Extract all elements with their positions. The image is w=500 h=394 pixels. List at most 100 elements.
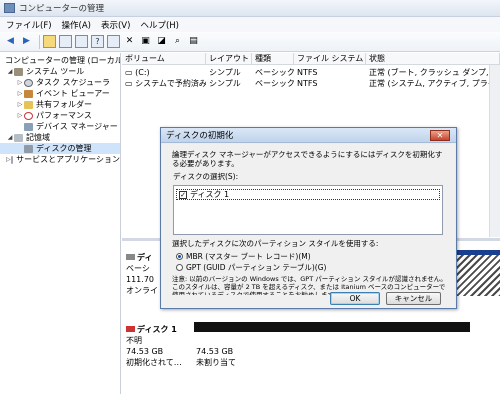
- settings-icon[interactable]: ▤: [187, 35, 200, 48]
- tree-item-label: サービスとアプリケーション: [16, 155, 120, 164]
- volume-list-header: ボリューム レイアウト 種類 ファイル システム 状態: [122, 53, 500, 65]
- vertical-scrollbar[interactable]: [489, 65, 500, 237]
- tree-item-label: タスク スケジューラ: [36, 78, 110, 87]
- tree-item-label: パフォーマンス: [36, 111, 92, 120]
- search-icon[interactable]: ⌕: [171, 35, 184, 48]
- tree-item-services-apps[interactable]: ▷ サービスとアプリケーション: [0, 154, 120, 165]
- disk-icon: [126, 254, 135, 260]
- dialog-body: 論理ディスク マネージャーがアクセスできるようにするにはディスクを初期化する必要…: [162, 144, 455, 308]
- expand-icon[interactable]: ▷: [16, 101, 24, 108]
- volume-layout: シンプル: [209, 68, 241, 77]
- volume-icon: ▭: [125, 79, 136, 88]
- tree-item-disk-management[interactable]: ディスクの管理: [0, 143, 120, 154]
- disk-management-icon: [24, 144, 33, 153]
- toolbar: ◀ ▶ ? ✕ ▣ ◪ ⌕ ▤: [0, 32, 500, 52]
- column-header-status[interactable]: 状態: [366, 53, 500, 64]
- forward-arrow-icon[interactable]: ▶: [20, 35, 33, 48]
- tree-item-event-viewer[interactable]: ▷ イベント ビューアー: [0, 88, 120, 99]
- export-icon[interactable]: ▣: [139, 35, 152, 48]
- services-icon: [10, 155, 14, 164]
- clock-icon: [24, 78, 33, 87]
- console-tree-icon[interactable]: [59, 35, 72, 48]
- collapse-icon[interactable]: ◢: [6, 68, 14, 75]
- tree-item-task-scheduler[interactable]: ▷ タスク スケジューラ: [0, 77, 120, 88]
- collapse-icon[interactable]: ◢: [6, 134, 14, 141]
- shared-folder-icon: [24, 100, 33, 109]
- tree-item-label: 記憶域: [26, 133, 50, 142]
- gpt-radio[interactable]: GPT (GUID パーティション テーブル)(G): [176, 262, 326, 273]
- expand-icon[interactable]: ▷: [16, 79, 24, 86]
- column-header-layout[interactable]: レイアウト: [206, 53, 252, 64]
- console-tree: コンピューターの管理 (ローカル) ◢ システム ツール ▷ タスク スケジュー…: [0, 53, 121, 394]
- unallocated-partition-bar: [194, 322, 470, 332]
- volume-filesystem: NTFS: [297, 68, 318, 77]
- table-row[interactable]: ▭ (C:) シンプル ベーシック NTFS 正常 (ブート, クラッシュ ダン…: [122, 67, 500, 78]
- tree-item-label: イベント ビューアー: [36, 89, 110, 98]
- tree-item-device-manager[interactable]: デバイス マネージャー: [0, 121, 120, 132]
- tree-item-label: コンピューターの管理 (ローカル): [5, 56, 121, 65]
- list-view-icon[interactable]: [75, 35, 88, 48]
- connect-icon[interactable]: ◪: [155, 35, 168, 48]
- mbr-radio[interactable]: MBR (マスター ブート レコード)(M): [176, 251, 311, 262]
- ok-button[interactable]: OK: [330, 292, 380, 305]
- radio-unselected-icon: [176, 264, 183, 271]
- expand-icon[interactable]: ▷: [16, 112, 24, 119]
- gpt-label: GPT (GUID パーティション テーブル)(G): [186, 263, 327, 272]
- event-log-icon: [24, 89, 33, 98]
- disk-item-label: ディスク 1: [190, 190, 230, 199]
- list-item[interactable]: ✓ ディスク 1: [176, 189, 440, 200]
- tree-item-performance[interactable]: ▷ パフォーマンス: [0, 110, 120, 121]
- disk-select-label: ディスクの選択(S):: [173, 172, 239, 181]
- close-icon[interactable]: ✕: [430, 130, 450, 141]
- tree-item-label: ディスクの管理: [36, 144, 92, 153]
- dialog-intro: 論理ディスク マネージャーがアクセスできるようにするにはディスクを初期化する必要…: [172, 150, 443, 168]
- volume-name: ▭ システムで予約済み: [125, 79, 206, 88]
- help-icon[interactable]: ?: [91, 35, 104, 48]
- volume-filesystem: NTFS: [297, 79, 318, 88]
- volume-name: ▭ (C:): [125, 68, 150, 77]
- menu-action[interactable]: 操作(A): [62, 19, 91, 31]
- no-entry-icon: [24, 111, 33, 120]
- table-row[interactable]: ▭ システムで予約済み シンプル ベーシック NTFS 正常 (システム, アク…: [122, 78, 500, 89]
- tree-item-shared-folders[interactable]: ▷ 共有フォルダー: [0, 99, 120, 110]
- menu-file[interactable]: ファイル(F): [6, 19, 52, 31]
- tree-item-computer-management[interactable]: コンピューターの管理 (ローカル): [0, 55, 120, 66]
- disk-select-list[interactable]: ✓ ディスク 1: [173, 185, 443, 235]
- properties-icon[interactable]: [107, 35, 120, 48]
- disk-0-partition-stripes[interactable]: [457, 250, 500, 296]
- radio-selected-icon: [176, 253, 183, 260]
- volume-type: ベーシック: [255, 68, 294, 77]
- volume-status: 正常 (ブート, クラッシュ ダンプ, プライ: [369, 68, 496, 77]
- delete-icon[interactable]: ✕: [123, 35, 136, 48]
- computer-management-icon: [4, 3, 15, 13]
- back-arrow-icon[interactable]: ◀: [4, 35, 17, 48]
- menu-bar: ファイル(F) 操作(A) 表示(V) ヘルプ(H): [0, 17, 500, 32]
- column-header-filesystem[interactable]: ファイル システム: [294, 53, 366, 64]
- tree-item-system-tools[interactable]: ◢ システム ツール: [0, 66, 120, 77]
- disk-1-info[interactable]: ディスク 1 不明 74.53 GB 初期化されて…: [126, 324, 190, 368]
- tree-item-label: 共有フォルダー: [36, 100, 92, 109]
- volume-layout: シンプル: [209, 79, 241, 88]
- unallocated-partition[interactable]: 74.53 GB 未割り当て: [196, 346, 236, 368]
- column-header-type[interactable]: 種類: [252, 53, 294, 64]
- cancel-button[interactable]: キャンセル: [386, 292, 441, 305]
- window-title: コンピューターの管理: [19, 4, 105, 14]
- expand-icon[interactable]: ▷: [16, 90, 24, 97]
- initialize-disk-dialog: ディスクの初期化 ✕ 論理ディスク マネージャーがアクセスできるようにするにはデ…: [160, 127, 457, 309]
- mbr-label: MBR (マスター ブート レコード)(M): [186, 252, 311, 261]
- disk-checkbox[interactable]: ✓: [179, 190, 187, 199]
- tree-item-label: システム ツール: [26, 67, 85, 76]
- up-folder-icon[interactable]: [43, 35, 56, 48]
- volume-icon: ▭: [125, 68, 136, 77]
- expand-icon[interactable]: ▷: [6, 156, 11, 163]
- device-manager-icon: [24, 122, 33, 131]
- toolbar-separator: [39, 34, 40, 49]
- disk-icon: [126, 326, 135, 332]
- storage-icon: [14, 133, 23, 142]
- tools-icon: [14, 67, 23, 76]
- menu-view[interactable]: 表示(V): [101, 19, 130, 31]
- column-header-volume[interactable]: ボリューム: [122, 53, 206, 64]
- menu-help[interactable]: ヘルプ(H): [140, 19, 179, 31]
- tree-item-storage[interactable]: ◢ 記憶域: [0, 132, 120, 143]
- dialog-title: ディスクの初期化: [161, 128, 456, 143]
